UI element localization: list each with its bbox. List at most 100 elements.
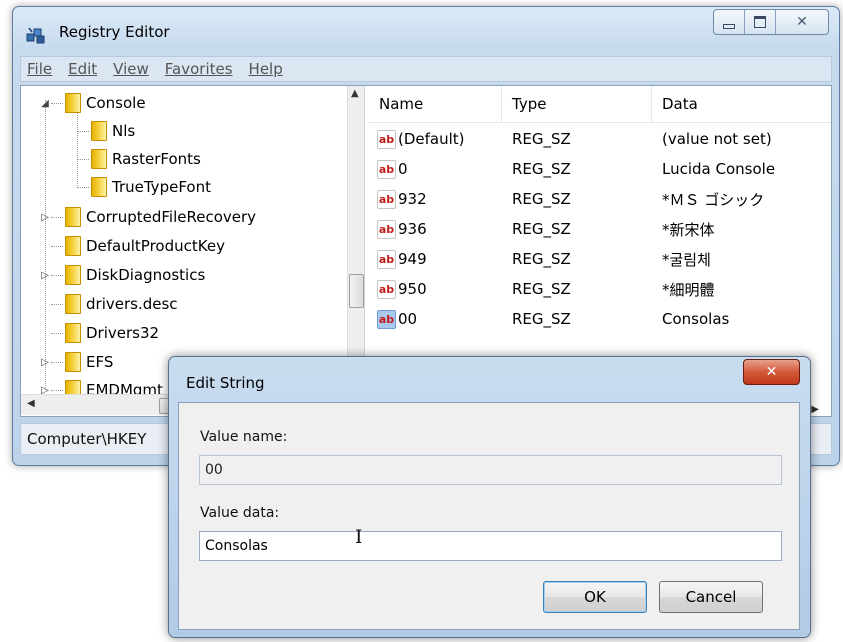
tree-dots	[77, 186, 89, 188]
value-type: REG_SZ	[512, 310, 571, 328]
menu-file[interactable]: File	[27, 60, 52, 78]
value-name: 932	[398, 190, 427, 208]
column-header-data[interactable]: Data	[652, 86, 822, 122]
tree-item-label: Drivers32	[86, 324, 160, 342]
close-icon: ✕	[765, 364, 778, 380]
tree-vertical-scrollbar[interactable]: ▲	[347, 86, 364, 394]
dialog-body: Value name: 00 Value data: Consolas I OK…	[178, 402, 800, 630]
value-name-cell: ab (Default)	[377, 124, 465, 154]
status-path: Computer\HKEY	[27, 430, 147, 448]
value-data: *新宋体	[662, 220, 715, 239]
menu-file-label: File	[27, 60, 53, 78]
tree-item-rasterfonts[interactable]: RasterFonts	[77, 145, 201, 173]
value-name-cell: ab 936	[377, 214, 427, 244]
scroll-right-arrow-icon[interactable]: ▶	[811, 404, 819, 415]
title-bar[interactable]: Registry Editor ✕	[13, 7, 839, 51]
folder-icon	[65, 323, 81, 343]
menu-help[interactable]: Help	[249, 60, 283, 78]
tree-item-console[interactable]: ◢ Console	[39, 89, 146, 117]
value-type: REG_SZ	[512, 220, 571, 238]
value-data-input[interactable]: Consolas	[199, 531, 782, 561]
folder-icon	[65, 265, 81, 285]
menu-edit[interactable]: Edit	[68, 60, 97, 78]
dialog-close-button[interactable]: ✕	[743, 359, 800, 385]
tree-item-efs[interactable]: ▷ EFS	[39, 348, 113, 376]
tree-item-defaultproductkey[interactable]: DefaultProductKey	[39, 232, 225, 260]
column-header-type[interactable]: Type	[502, 86, 652, 122]
value-name-cell: ab 0	[377, 154, 408, 184]
tree-item-label: CorruptedFileRecovery	[86, 208, 257, 226]
tree-item-diskdiagnostics[interactable]: ▷ DiskDiagnostics	[39, 261, 205, 289]
value-row-selected[interactable]: ab 00 REG_SZ Consolas	[369, 304, 831, 334]
menu-help-label: Help	[248, 60, 283, 78]
folder-icon	[65, 294, 81, 314]
menu-favorites[interactable]: Favorites	[165, 60, 233, 78]
menu-view-label: View	[113, 60, 149, 78]
expand-arrow-icon[interactable]: ▷	[39, 212, 51, 223]
value-row[interactable]: ab (Default) REG_SZ (value not set)	[369, 124, 831, 154]
string-value-icon: ab	[377, 309, 396, 329]
menu-view[interactable]: View	[113, 60, 149, 78]
tree-item-label: Nls	[112, 122, 136, 140]
value-type: REG_SZ	[512, 190, 571, 208]
tree-item-label: Console	[86, 94, 146, 112]
value-row[interactable]: ab 950 REG_SZ *細明體	[369, 274, 831, 304]
regedit-cubes-icon	[26, 27, 45, 44]
folder-icon	[91, 121, 107, 141]
menu-favorites-label: Favorites	[164, 60, 233, 78]
folder-open-icon	[65, 93, 81, 113]
tree-dots	[51, 245, 63, 247]
value-type: REG_SZ	[512, 250, 571, 268]
window-title: Registry Editor	[59, 23, 170, 41]
value-name-label: Value name:	[200, 429, 288, 445]
edit-string-dialog: Edit String ✕ Value name: 00 Value data:…	[168, 356, 811, 638]
minimize-button[interactable]	[714, 10, 745, 34]
close-button[interactable]: ✕	[776, 10, 828, 34]
value-data: *細明體	[662, 280, 715, 299]
tree-item-drivers-desc[interactable]: drivers.desc	[39, 290, 178, 318]
collapse-arrow-icon[interactable]: ◢	[39, 98, 51, 109]
maximize-button[interactable]	[745, 10, 776, 34]
expand-arrow-icon[interactable]: ▷	[39, 357, 51, 368]
value-type: REG_SZ	[512, 280, 571, 298]
maximize-icon	[754, 16, 766, 28]
minimize-icon	[723, 23, 735, 29]
value-data: Consolas	[662, 310, 730, 328]
cancel-button[interactable]: Cancel	[659, 581, 763, 613]
value-name: (Default)	[398, 130, 465, 148]
menu-bar: File Edit View Favorites Help	[20, 56, 832, 82]
value-name: 00	[398, 310, 418, 328]
tree-item-label: TrueTypeFont	[112, 178, 211, 196]
tree-item-drivers32[interactable]: Drivers32	[39, 319, 159, 347]
ok-button[interactable]: OK	[543, 581, 647, 613]
value-row[interactable]: ab 936 REG_SZ *新宋体	[369, 214, 831, 244]
tree-dots	[77, 158, 89, 160]
value-row[interactable]: ab 0 REG_SZ Lucida Console	[369, 154, 831, 184]
value-name: 0	[398, 160, 408, 178]
scrollbar-thumb[interactable]	[349, 274, 364, 308]
tree-dots	[51, 274, 63, 276]
tree-dots	[51, 361, 63, 363]
scroll-left-arrow-icon[interactable]: ◀	[27, 398, 35, 409]
tree-item-truetypefont[interactable]: TrueTypeFont	[77, 173, 211, 201]
tree-item-nls[interactable]: Nls	[77, 117, 135, 145]
value-name: 949	[398, 250, 427, 268]
tree-dots	[51, 216, 63, 218]
string-value-icon: ab	[377, 129, 396, 149]
value-data-label: Value data:	[200, 505, 280, 521]
tree-item-corruptedfilerecovery[interactable]: ▷ CorruptedFileRecovery	[39, 203, 256, 231]
value-row[interactable]: ab 949 REG_SZ *굴림체	[369, 244, 831, 274]
value-data: *굴림체	[662, 250, 711, 269]
value-type: REG_SZ	[512, 130, 571, 148]
tree-dots	[51, 303, 63, 305]
column-header-name[interactable]: Name	[369, 86, 502, 122]
tree-dots	[51, 102, 63, 104]
value-row[interactable]: ab 932 REG_SZ *ＭＳ ゴシック	[369, 184, 831, 214]
value-name: 936	[398, 220, 427, 238]
tree-item-label: DefaultProductKey	[86, 237, 225, 255]
expand-arrow-icon[interactable]: ▷	[39, 270, 51, 281]
value-name-cell: ab 00	[377, 304, 417, 334]
scroll-up-arrow-icon[interactable]: ▲	[351, 88, 359, 99]
string-value-icon: ab	[377, 279, 396, 299]
list-header: Name Type Data	[369, 86, 831, 123]
